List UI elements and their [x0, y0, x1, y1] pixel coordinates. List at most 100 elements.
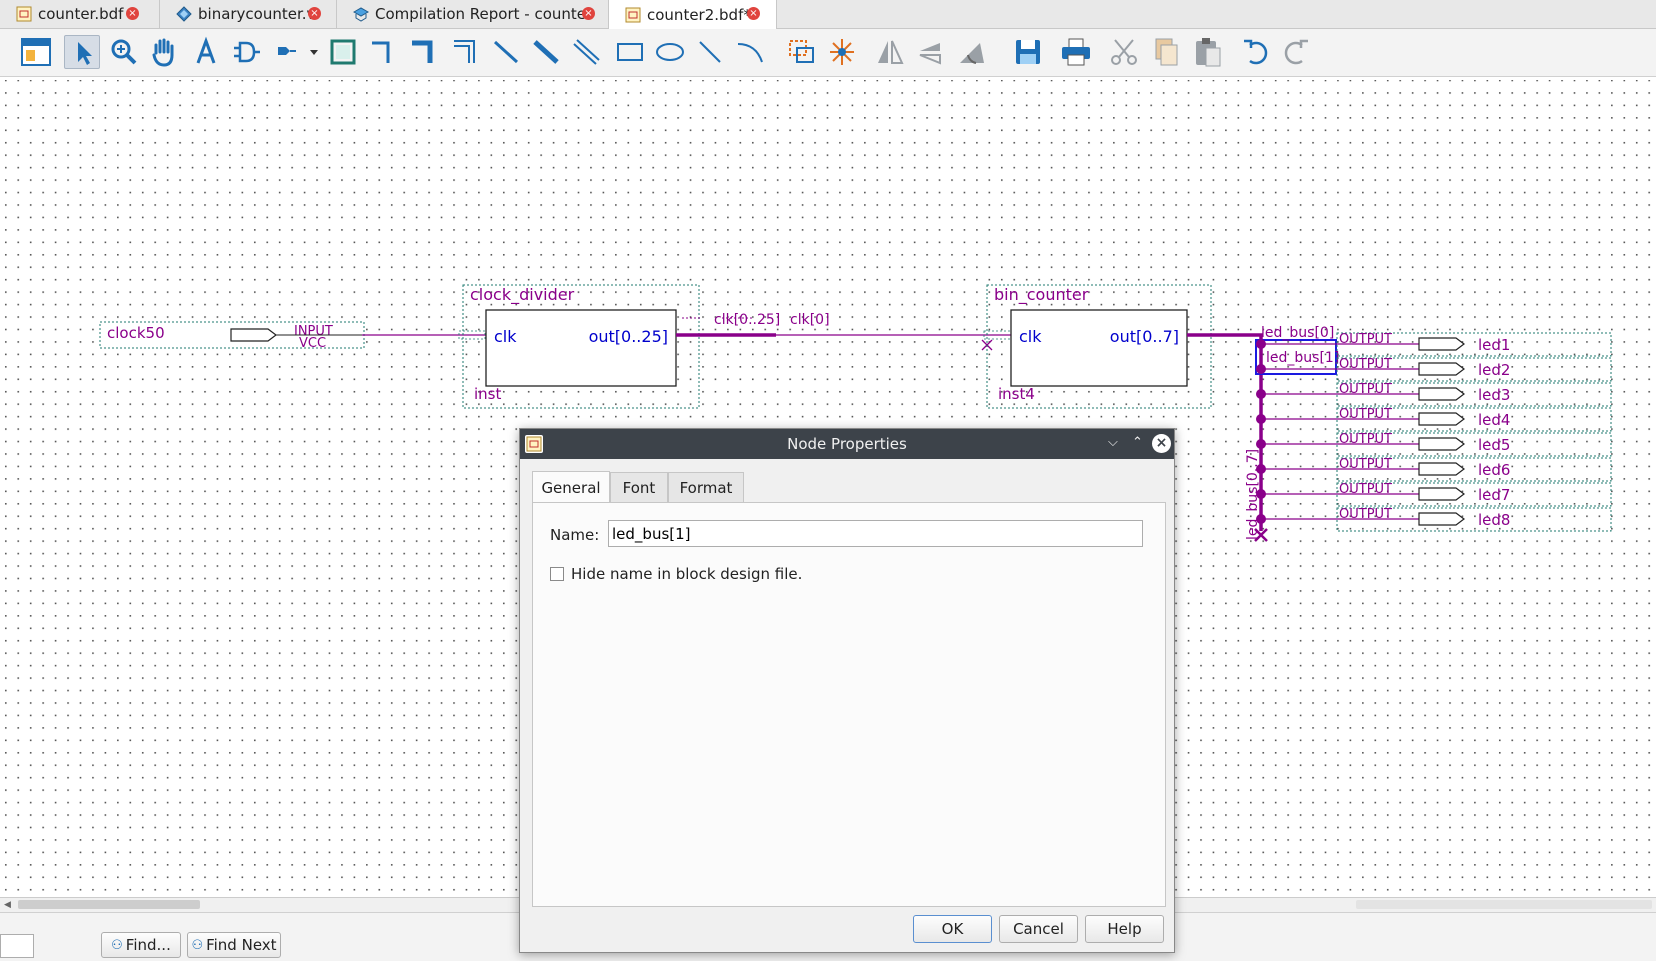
dialog-title-bar[interactable]: Node Properties ⌵ ⌃ ×: [520, 429, 1174, 459]
symbol-tool-button[interactable]: [228, 35, 264, 69]
conduit-tool-button[interactable]: [570, 35, 606, 69]
orthogonal-node-tool-button[interactable]: [366, 35, 402, 69]
tab-format[interactable]: Format: [668, 472, 744, 503]
bus-tool-button[interactable]: [528, 35, 564, 69]
block-instance: inst4: [998, 385, 1035, 403]
save-button[interactable]: [1010, 35, 1046, 69]
maximize-icon[interactable]: ⌃: [1132, 435, 1143, 450]
print-button[interactable]: [1058, 35, 1094, 69]
undo-button[interactable]: [1238, 35, 1274, 69]
flip-horizontal-button[interactable]: [872, 35, 908, 69]
output-pin-type: OUTPUT: [1339, 482, 1392, 497]
tab-counter-bdf[interactable]: counter.bdf ×: [0, 0, 160, 28]
output-pin-symbol: [1418, 437, 1465, 451]
hand-tool-icon: [152, 38, 174, 67]
rotate-icon: [960, 43, 984, 64]
copy-button[interactable]: [1148, 35, 1184, 69]
tab-counter2-bdf[interactable]: counter2.bdf* ×: [609, 0, 777, 29]
input-pin-name: clock50: [107, 324, 165, 342]
tab-label: Compilation Report - counter: [375, 5, 593, 23]
output-pin-symbol: [1418, 487, 1465, 501]
line-tool-button[interactable]: [692, 35, 728, 69]
bus-junction-dot: [1256, 489, 1266, 499]
find-button[interactable]: ⚇ Find...: [101, 932, 181, 958]
selection-tool-button[interactable]: [64, 35, 100, 69]
output-pin-symbol: [1418, 337, 1465, 351]
hide-name-checkbox[interactable]: [550, 567, 564, 581]
output-pin-name: led5: [1478, 436, 1510, 454]
flip-horizontal-icon: [878, 40, 904, 64]
node-label-led-bus-1: led_bus[1]: [1266, 350, 1339, 366]
zoom-tool-button[interactable]: [106, 35, 142, 69]
name-input[interactable]: [608, 520, 1143, 547]
scrollbar-thumb[interactable]: [18, 900, 200, 909]
output-pin-type: OUTPUT: [1339, 432, 1392, 447]
input-pin-default: VCC: [299, 336, 326, 351]
find-next-button[interactable]: ⚇ Find Next: [187, 932, 281, 958]
orthogonal-node-tool-icon: [372, 41, 390, 63]
help-button[interactable]: Help: [1085, 915, 1164, 943]
flip-vertical-icon: [919, 43, 941, 65]
bus-tool-icon: [533, 40, 559, 64]
selection-tool-icon: [78, 42, 92, 65]
node-properties-dialog: Node Properties ⌵ ⌃ × General Font Forma…: [519, 428, 1175, 953]
paste-icon: [1196, 38, 1221, 67]
rotate-button[interactable]: [954, 35, 990, 69]
find-input[interactable]: [0, 934, 34, 958]
orthogonal-bus-tool-button[interactable]: [406, 35, 442, 69]
pin-tool-button[interactable]: [272, 35, 322, 69]
scroll-left-icon[interactable]: ◀: [4, 900, 11, 910]
close-tab-icon[interactable]: ×: [308, 7, 321, 20]
redo-button[interactable]: [1278, 35, 1314, 69]
input-pin-clock50[interactable]: clock50 INPUT VCC: [99, 321, 365, 351]
arc-tool-icon: [737, 43, 763, 63]
conduit-tool-icon: [573, 39, 600, 65]
close-tab-icon[interactable]: ×: [126, 7, 139, 20]
cut-button[interactable]: [1106, 35, 1142, 69]
close-dialog-icon[interactable]: ×: [1152, 434, 1171, 453]
symbol-tool-icon: [234, 41, 260, 63]
minimize-icon[interactable]: ⌵: [1108, 435, 1118, 450]
tab-general[interactable]: General: [532, 471, 610, 503]
hide-name-label: Hide name in block design file.: [571, 565, 803, 583]
partial-line-selection-icon: [789, 40, 814, 63]
node-tool-button[interactable]: [488, 35, 524, 69]
line-tool-icon: [699, 41, 721, 63]
output-pin-type: OUTPUT: [1339, 407, 1392, 422]
tab-label: binarycounter.v: [198, 5, 316, 23]
output-pin-name: led7: [1478, 486, 1510, 504]
bus-junction-dot: [1256, 439, 1266, 449]
bus-junction-dot: [1256, 339, 1266, 349]
output-pin-name: led6: [1478, 461, 1510, 479]
rectangle-tool-icon: [617, 43, 643, 61]
tab-font[interactable]: Font: [610, 472, 668, 503]
arc-tool-button[interactable]: [732, 35, 768, 69]
cancel-button[interactable]: Cancel: [999, 915, 1078, 943]
tab-compilation-report[interactable]: Compilation Report - counter ×: [337, 0, 609, 28]
rectangle-tool-button[interactable]: [612, 35, 648, 69]
ok-button[interactable]: OK: [913, 915, 992, 943]
output-pin-type: OUTPUT: [1339, 507, 1392, 522]
rubberbanding-button[interactable]: [824, 35, 860, 69]
bus-junction-dot: [1256, 464, 1266, 474]
output-pin-name: led1: [1478, 336, 1510, 354]
orthogonal-conduit-tool-button[interactable]: [448, 35, 484, 69]
oval-tool-button[interactable]: [652, 35, 688, 69]
name-label: Name:: [550, 526, 600, 544]
partial-line-selection-button[interactable]: [784, 35, 820, 69]
close-tab-icon[interactable]: ×: [747, 7, 760, 20]
paste-button[interactable]: [1190, 35, 1226, 69]
close-tab-icon[interactable]: ×: [582, 7, 595, 20]
copy-icon: [1155, 38, 1178, 66]
block-tool-button[interactable]: [325, 35, 361, 69]
output-pin-name: led3: [1478, 386, 1510, 404]
hand-tool-button[interactable]: [146, 35, 182, 69]
detach-window-button[interactable]: [18, 35, 54, 69]
tab-binarycounter-v[interactable]: binarycounter.v ×: [160, 0, 337, 28]
report-icon: [352, 6, 370, 22]
output-pin-type: OUTPUT: [1339, 332, 1392, 347]
text-tool-button[interactable]: [188, 35, 224, 69]
save-icon: [1016, 40, 1040, 64]
flip-vertical-button[interactable]: [912, 35, 948, 69]
bdf-file-icon: [625, 7, 641, 23]
